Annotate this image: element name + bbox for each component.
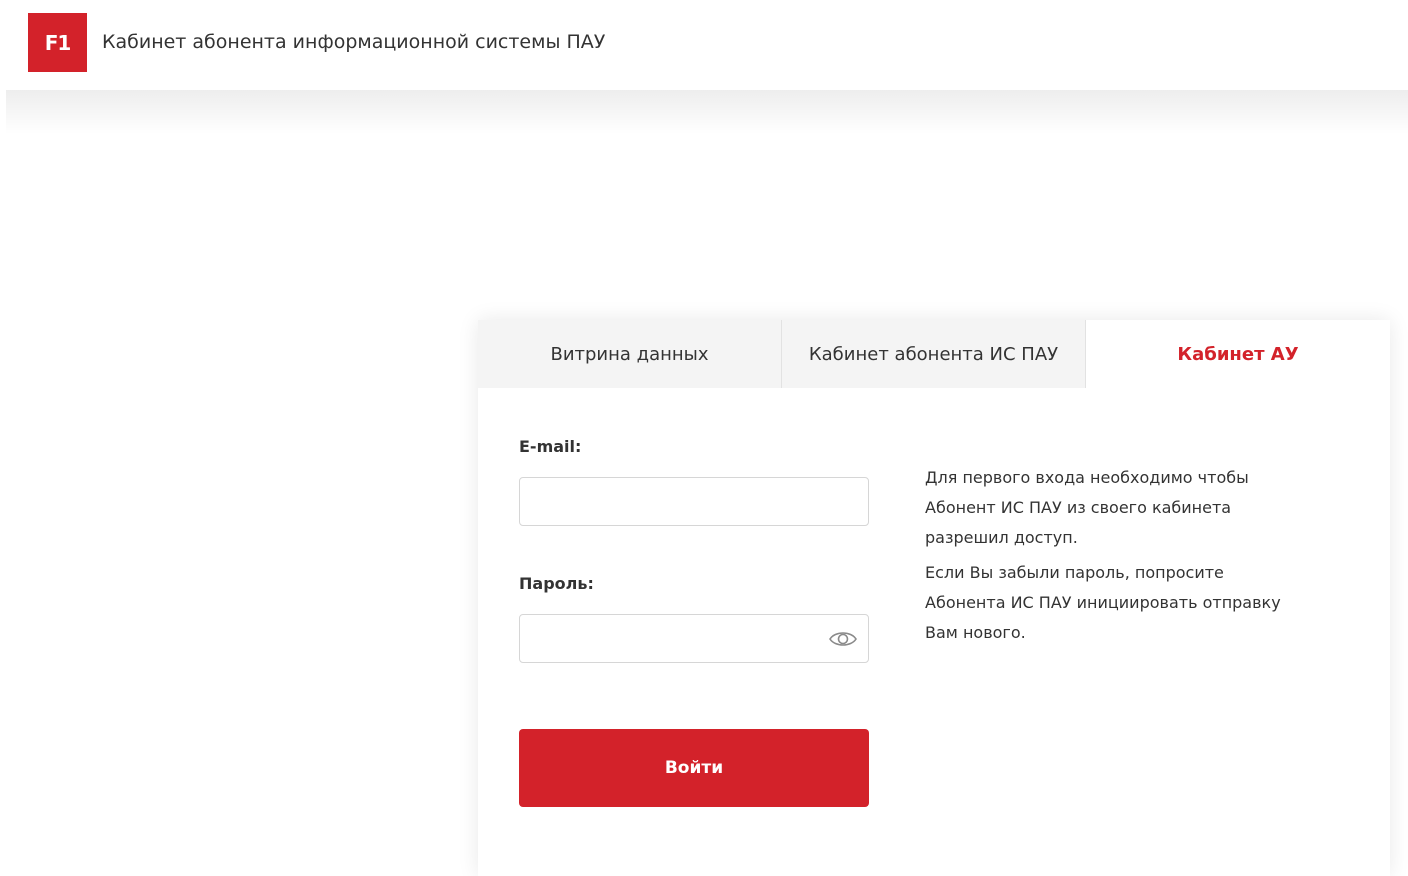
logo-text: F1 — [44, 30, 72, 55]
info-line: Для первого входа необходимо чтобы — [925, 468, 1249, 487]
tab-label: Кабинет абонента ИС ПАУ — [808, 343, 1059, 365]
tab-data-showcase[interactable]: Витрина данных — [478, 320, 782, 388]
login-button[interactable]: Войти — [519, 729, 869, 807]
email-input[interactable] — [519, 477, 869, 526]
tab-label: Витрина данных — [550, 343, 709, 365]
password-label: Пароль: — [519, 574, 594, 593]
logo[interactable]: F1 — [28, 13, 87, 72]
login-card: Витрина данных Кабинет абонента ИС ПАУ К… — [478, 320, 1390, 876]
info-paragraph-first-login: Для первого входа необходимо чтобы Абоне… — [925, 463, 1345, 553]
info-paragraph-forgot-password: Если Вы забыли пароль, попросите Абонент… — [925, 558, 1345, 648]
tab-subscriber-cabinet[interactable]: Кабинет абонента ИС ПАУ — [782, 320, 1086, 388]
tab-au-cabinet[interactable]: Кабинет АУ — [1086, 320, 1390, 388]
header: F1 Кабинет абонента информационной систе… — [0, 0, 1408, 90]
app-title: Кабинет абонента информационной системы … — [102, 31, 606, 53]
header-shadow — [6, 90, 1408, 134]
password-input[interactable] — [519, 614, 869, 663]
info-text: Для первого входа необходимо чтобы Абоне… — [925, 463, 1345, 653]
email-label: E-mail: — [519, 437, 582, 456]
info-line: разрешил доступ. — [925, 528, 1078, 547]
info-line: Абонента ИС ПАУ инициировать отправку — [925, 593, 1281, 612]
info-line: Абонент ИС ПАУ из своего кабинета — [925, 498, 1232, 517]
eye-icon[interactable] — [828, 628, 858, 650]
tab-label: Кабинет АУ — [1177, 343, 1299, 365]
tab-bar: Витрина данных Кабинет абонента ИС ПАУ К… — [478, 320, 1390, 388]
info-line: Вам нового. — [925, 623, 1026, 642]
info-line: Если Вы забыли пароль, попросите — [925, 563, 1224, 582]
